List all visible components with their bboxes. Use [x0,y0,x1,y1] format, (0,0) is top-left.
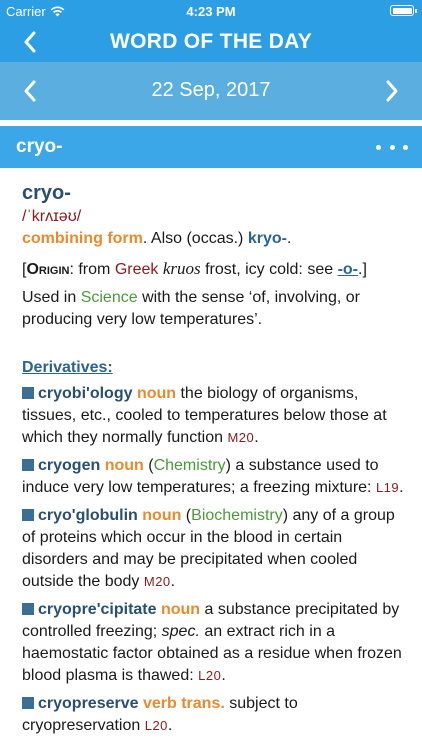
date-code: M20 [227,430,255,445]
origin-lemma: kruos [162,259,201,278]
bullet-icon [22,697,34,709]
derivative-word: cryopre'cipitate [38,601,157,618]
date-code: M20 [143,574,171,589]
origin: [Origin: from Greek kruos frost, icy col… [22,259,367,278]
origin-label: Origin [26,261,70,278]
subject-domain: Biochemistry [191,507,283,524]
dot-icon [376,144,381,150]
date-code: L19 [375,480,400,495]
part-of-speech: noun [160,601,201,618]
chevron-left-icon [24,31,36,53]
more-options-button[interactable] [376,138,408,156]
bullet-icon [22,603,34,615]
part-of-speech: noun [142,507,182,524]
bullet-icon [22,387,34,399]
nav-bar: WORD OF THE DAY [0,22,422,62]
derivative-item: cryopreserve verb trans. subject to cryo… [22,695,298,734]
also-text: . Also (occas.) [142,230,248,247]
derivative-word: cryobi'ology [38,385,133,402]
status-bar: Carrier 4:23 PM [0,0,422,22]
part-of-speech: noun [136,385,177,402]
derivative-item: cryogen noun (Chemistry) a substance use… [22,457,404,496]
specifically-label: spec. [161,623,200,640]
derivative-word: cryopreserve [38,695,139,712]
word-bar: cryo- [0,126,422,168]
battery-icon [390,5,417,16]
word-title: cryo- [16,136,63,157]
sense: Used in Science with the sense ‘of, invo… [22,289,360,328]
headword: cryo- [22,182,71,204]
dot-icon [389,144,395,150]
date-code: L20 [144,718,168,733]
part-of-speech: verb trans. [142,695,225,712]
dictionary-entry: cryo- /ˈkrʌɪəʊ/ combining form. Also (oc… [22,180,408,737]
cross-reference-link[interactable]: -o- [338,261,358,278]
derivative-item: cryo'globulin noun (Biochemistry) any of… [22,507,395,590]
status-time: 4:23 PM [186,4,236,19]
derivative-item: cryobi'ology noun the biology of organis… [22,385,387,446]
derivative-word: cryogen [38,457,101,474]
derivatives-header: Derivatives: [22,359,113,376]
origin-language: Greek [114,261,159,278]
pronunciation: /ˈkrʌɪəʊ/ [22,208,82,225]
current-date: 22 Sep, 2017 [151,79,271,101]
dot-icon [403,144,408,150]
subject-domain: Science [80,289,138,306]
date-bar: 22 Sep, 2017 [0,62,422,120]
chevron-right-icon [386,80,398,102]
derivative-item: cryopre'cipitate noun a substance precip… [22,601,402,684]
part-of-speech: noun [104,457,144,474]
grammar-line: combining form. Also (occas.) kryo-. [22,230,292,247]
back-button[interactable] [14,26,46,58]
variant-link[interactable]: kryo- [248,230,287,247]
previous-day-button[interactable] [14,75,46,107]
derivative-word: cryo'globulin [38,507,138,524]
chevron-left-icon [24,80,36,102]
page-title: WORD OF THE DAY [109,30,313,53]
bullet-icon [22,509,34,521]
part-of-speech: combining form [22,230,143,247]
date-code: L20 [198,668,222,683]
subject-domain: Chemistry [153,457,226,474]
bullet-icon [22,459,34,471]
next-day-button[interactable] [376,75,408,107]
